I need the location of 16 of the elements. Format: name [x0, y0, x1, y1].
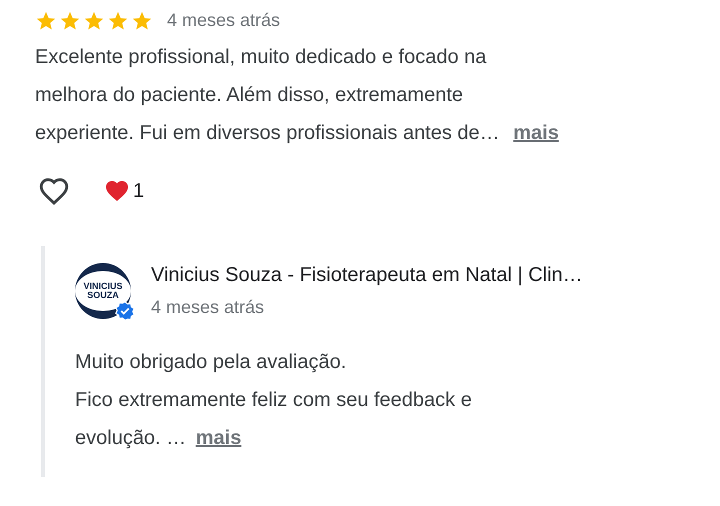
reply-time: 4 meses atrás: [151, 296, 266, 319]
reply-text: Muito obrigado pela avaliação. Fico extremamente feliz com seu feedback e evolução. … mais: [75, 350, 473, 451]
review-text: Excelente profissional, muito dedicado e focado na melhora do paciente. Além disso, extremamente experiente. Fui em diversos profissionais antes de… mais: [35, 45, 560, 146]
star-icon: [83, 10, 105, 32]
star-icon: [131, 10, 153, 32]
heart-icon: [105, 180, 129, 202]
star-icon: [35, 10, 57, 32]
reply-author: Vinicius Souza - Fisioterapeuta em Natal | Clin…: [151, 263, 583, 288]
reaction-count: 1: [133, 179, 144, 204]
avatar-logo-text: VINICIUS: [83, 282, 122, 290]
review-time: 4 meses atrás: [167, 9, 280, 32]
more-link[interactable]: mais: [196, 427, 242, 449]
more-link[interactable]: mais: [513, 122, 559, 144]
avatar-logo-text: SOUZA: [87, 290, 119, 300]
star-icon: [59, 10, 81, 32]
star-icon: [107, 10, 129, 32]
